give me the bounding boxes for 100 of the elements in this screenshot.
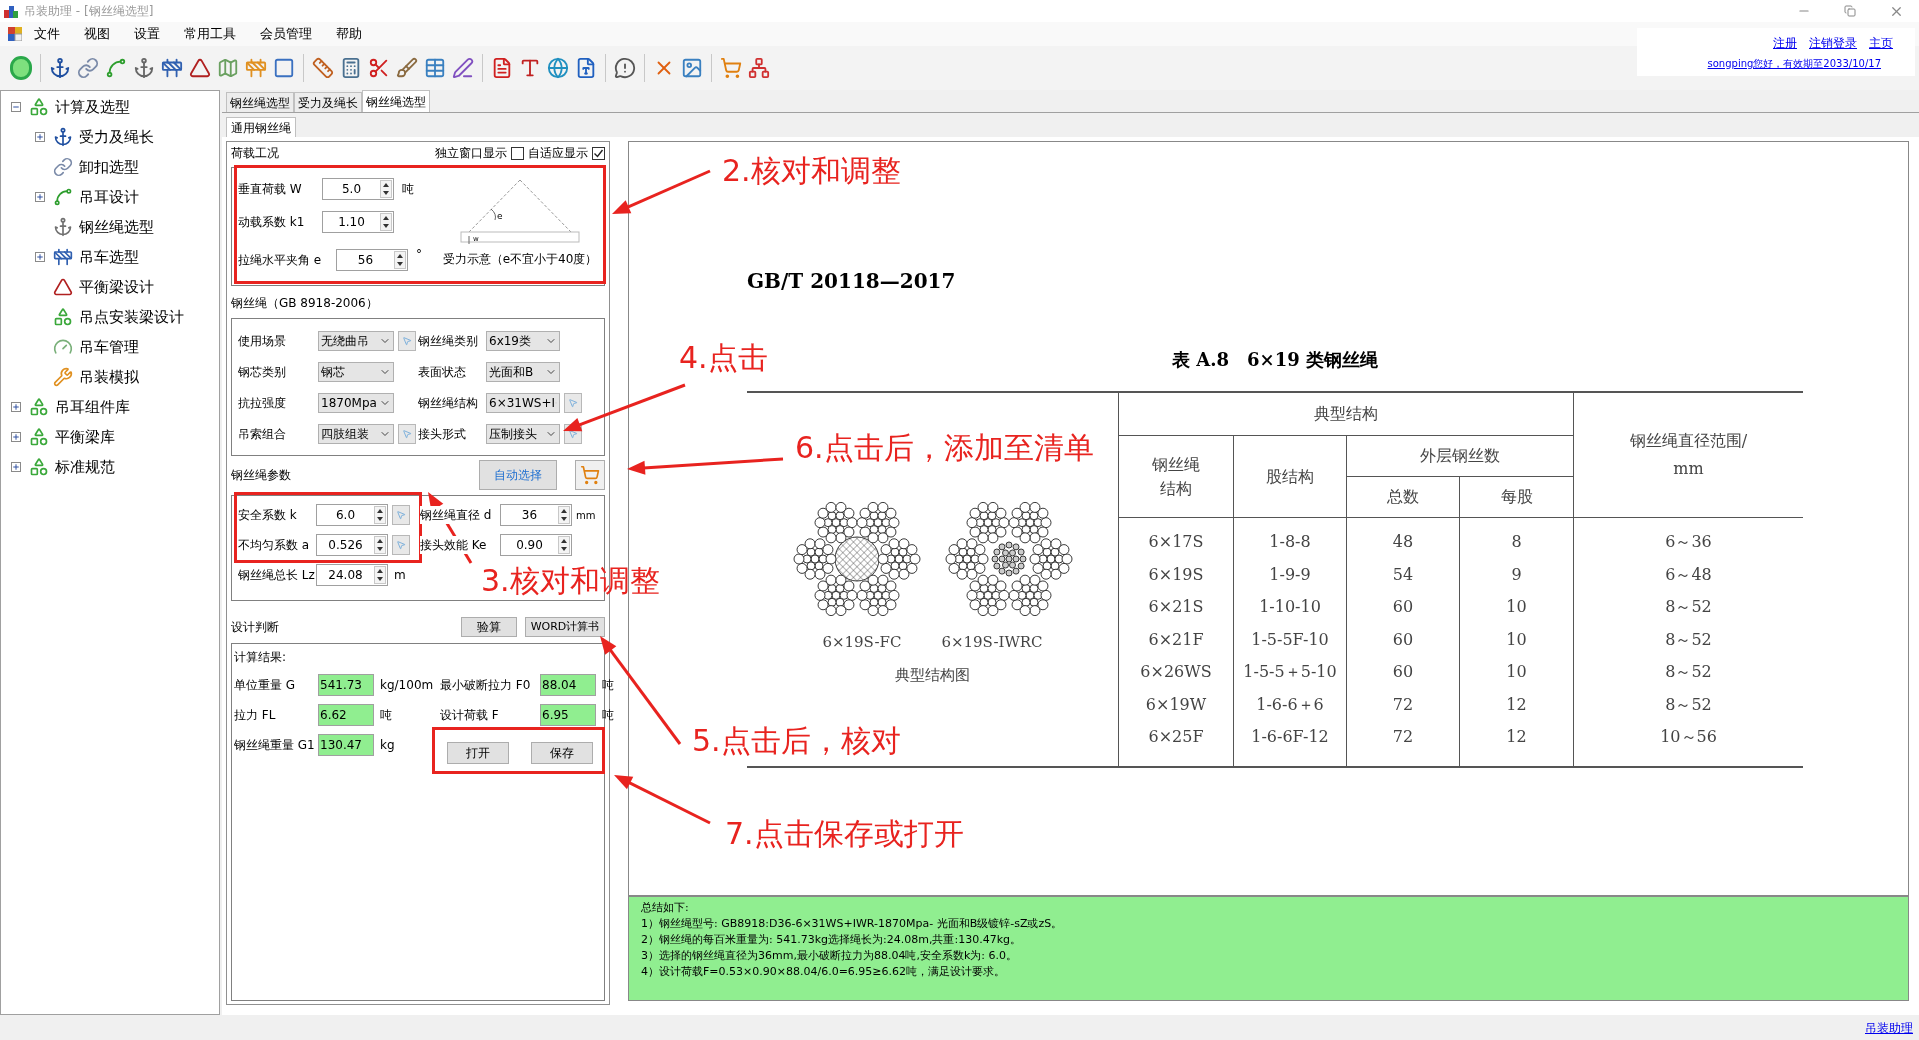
ruler-icon[interactable] xyxy=(312,57,334,79)
table-cell-text: 8～52 xyxy=(1665,596,1712,618)
spin-arrows-icon[interactable] xyxy=(394,251,406,270)
anchor-icon[interactable] xyxy=(49,57,71,79)
expand-toggle[interactable] xyxy=(35,192,45,202)
dropdown[interactable]: 6x19类 xyxy=(486,330,560,351)
account-status-link[interactable]: songping您好，有效期至2033/10/17 xyxy=(1707,55,1881,71)
cart-icon[interactable] xyxy=(720,57,742,79)
spin-arrows-icon[interactable] xyxy=(558,506,570,524)
dropdown[interactable]: 钢芯 xyxy=(318,361,394,382)
tree-item[interactable]: 吊车管理 xyxy=(79,335,139,359)
auto-select-button[interactable]: 自动选择 xyxy=(479,460,557,490)
file-icon[interactable] xyxy=(491,57,513,79)
table-cell-text: 10 xyxy=(1506,661,1527,683)
checkbox[interactable] xyxy=(511,146,524,160)
spin-arrows-icon[interactable] xyxy=(374,506,386,524)
document-icon[interactable] xyxy=(575,57,597,79)
gauge-icon xyxy=(53,337,73,357)
tree-item[interactable]: 吊装模拟 xyxy=(79,365,139,389)
tree-item[interactable]: 吊耳组件库 xyxy=(55,395,130,419)
tree-item[interactable]: 卸扣选型 xyxy=(79,155,139,179)
tree-item[interactable]: 平衡梁设计 xyxy=(79,275,154,299)
table-cell-text: 6×21S xyxy=(1148,596,1204,618)
menu-item[interactable]: 视图 xyxy=(72,24,122,44)
anchor-icon[interactable] xyxy=(133,57,155,79)
pen-icon[interactable] xyxy=(452,57,474,79)
tree-item[interactable]: 吊车选型 xyxy=(79,245,139,269)
tab[interactable]: 受力及绳长 xyxy=(294,92,362,112)
menu-item[interactable]: 帮助 xyxy=(324,24,374,44)
menu-item[interactable]: 常用工具 xyxy=(172,24,248,44)
table-icon[interactable] xyxy=(424,57,446,79)
spin-arrows-icon[interactable] xyxy=(380,179,392,198)
pointer-icon xyxy=(568,428,578,439)
spin-field[interactable]: 1.10 xyxy=(322,211,394,234)
brush-icon[interactable] xyxy=(396,57,418,79)
scissors-icon[interactable] xyxy=(368,57,390,79)
spin-field[interactable]: 24.08 xyxy=(316,564,388,586)
expand-toggle[interactable] xyxy=(11,402,21,412)
map-icon[interactable] xyxy=(217,57,239,79)
alert-icon[interactable] xyxy=(614,57,636,79)
globe-icon[interactable] xyxy=(547,57,569,79)
shapes-icon xyxy=(29,457,49,477)
expand-toggle[interactable] xyxy=(35,132,45,142)
account-link[interactable]: 主页 xyxy=(1869,33,1893,52)
spin-field[interactable]: 0.90 xyxy=(500,534,572,556)
tree-item[interactable]: 受力及绳长 xyxy=(79,125,154,149)
spin-arrows-icon[interactable] xyxy=(374,566,386,584)
triangle-icon[interactable] xyxy=(189,57,211,79)
tree-item[interactable]: 吊点安装梁设计 xyxy=(79,305,184,329)
tree-item[interactable]: 平衡梁库 xyxy=(55,425,115,449)
expand-toggle[interactable] xyxy=(11,432,21,442)
button[interactable]: 保存 xyxy=(530,742,593,764)
button[interactable]: WORD计算书 xyxy=(525,617,605,637)
unit-label: kg/100m xyxy=(379,677,435,694)
account-link[interactable]: 注销登录 xyxy=(1809,33,1857,52)
curve-icon[interactable] xyxy=(105,57,127,79)
tree-item[interactable]: 计算及选型 xyxy=(55,95,130,119)
collapse-toggle[interactable] xyxy=(11,102,21,112)
dropdown[interactable]: 光面和B xyxy=(486,361,560,382)
expand-toggle[interactable] xyxy=(11,462,21,472)
tree-item[interactable]: 标准规范 xyxy=(55,455,115,479)
status-link[interactable]: 吊装助理 xyxy=(1865,1018,1913,1037)
spin-field[interactable]: 56 xyxy=(336,249,408,272)
calculator-icon[interactable] xyxy=(340,57,362,79)
network-icon[interactable] xyxy=(748,57,770,79)
table-cell-text: 10 xyxy=(1506,628,1527,651)
tab[interactable]: 钢丝绳选型 xyxy=(362,90,430,112)
account-link[interactable]: 注册 xyxy=(1773,33,1797,52)
spin-arrows-icon[interactable] xyxy=(558,536,570,554)
menu-item[interactable]: 设置 xyxy=(122,24,172,44)
field-label: 钢芯类别 xyxy=(238,363,287,381)
tree-item[interactable]: 吊耳设计 xyxy=(79,185,139,209)
spin-arrows-icon[interactable] xyxy=(374,536,386,554)
menu-item[interactable]: 会员管理 xyxy=(248,24,324,44)
tab[interactable]: 通用钢丝绳 xyxy=(226,117,296,137)
spin-field[interactable]: 36 xyxy=(500,504,572,526)
spin-field[interactable]: 0.526 xyxy=(316,534,388,556)
link-icon[interactable] xyxy=(77,57,99,79)
dropdown[interactable]: 四肢组装 xyxy=(318,423,394,444)
menu-item[interactable]: 文件 xyxy=(22,24,72,44)
tree-item[interactable]: 钢丝绳选型 xyxy=(79,215,154,239)
checkbox[interactable] xyxy=(592,146,605,160)
dropdown[interactable]: 1870Mpa xyxy=(318,392,394,413)
annotation-text: 6.点击后，添加至清单 xyxy=(795,430,1094,466)
plus-icon xyxy=(12,433,20,441)
table-cell-text: 8 xyxy=(1511,531,1522,553)
dropdown[interactable]: 6×31WS+I xyxy=(486,392,560,413)
cart-button[interactable] xyxy=(575,460,605,490)
spin-field[interactable]: 6.0 xyxy=(316,504,388,526)
dropdown[interactable]: 压制接头 xyxy=(486,423,560,444)
tab[interactable]: 钢丝绳选型 xyxy=(226,92,294,112)
button[interactable]: 打开 xyxy=(446,742,509,764)
image-icon[interactable] xyxy=(681,57,703,79)
spin-field[interactable]: 5.0 xyxy=(322,177,394,200)
spin-arrows-icon[interactable] xyxy=(380,213,392,232)
type-icon[interactable] xyxy=(519,57,541,79)
square-icon[interactable] xyxy=(273,57,295,79)
button[interactable]: 验算 xyxy=(461,617,517,637)
expand-toggle[interactable] xyxy=(35,252,45,262)
dropdown[interactable]: 无绕曲吊 xyxy=(318,330,394,351)
